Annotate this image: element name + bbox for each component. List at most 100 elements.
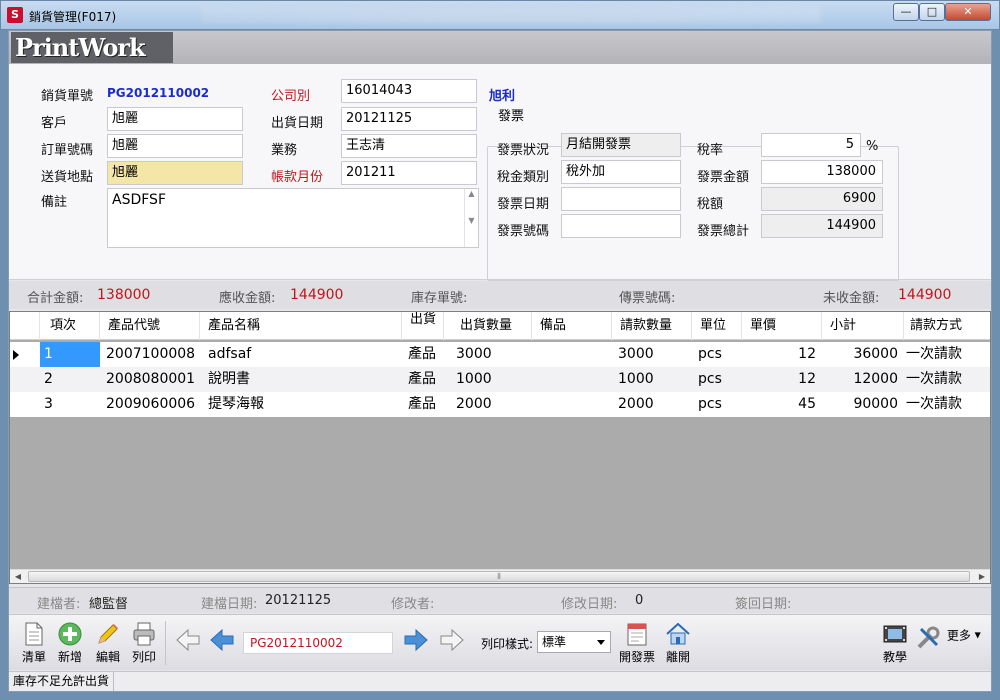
tax-type-field[interactable]: 稅外加 [561,160,681,184]
cell-unit[interactable]: pcs [694,392,742,417]
previous-record-button[interactable] [203,625,241,665]
cell-method[interactable]: 一次請款 [902,392,988,417]
column-header-type[interactable]: 出貨 [402,312,444,340]
cell-name[interactable]: 說明書 [204,367,402,392]
cell-bill-qty[interactable]: 2000 [614,392,692,417]
tutorial-button[interactable]: 教學 [875,619,915,669]
detail-grid[interactable]: 項次 產品代號 產品名稱 出貨 出貨數量 備品 請款數量 單位 單價 小計 請款… [9,311,991,584]
exit-button[interactable]: 離開 [659,619,697,669]
tax-rate-field[interactable]: 5 [761,133,861,157]
last-record-button[interactable] [433,625,471,665]
cell-code[interactable]: 2008080001 [102,367,200,392]
cell-type[interactable]: 產品 [404,367,444,392]
scroll-left-icon[interactable]: ◀ [10,570,26,584]
invoice-number-field[interactable] [561,214,681,238]
print-button[interactable]: 列印 [125,619,163,669]
cell-method[interactable]: 一次請款 [902,367,988,392]
cell-code[interactable]: 2009060006 [102,392,200,417]
invoice-status-field[interactable]: 月結開發票 [561,133,681,157]
cell-subtotal[interactable]: 90000 [822,392,904,417]
window-titlebar[interactable]: S 銷貨管理(F017) — □ ✕ [0,0,1000,30]
cell-qty[interactable]: 1000 [452,367,532,392]
chevron-down-icon [597,640,605,645]
cell-spare[interactable] [534,392,612,417]
column-header-spare[interactable]: 備品 [532,312,612,340]
returned-label: 簽回日期: [735,597,792,612]
table-row[interactable]: 3 2009060006 提琴海報 產品 2000 2000 pcs 45 90… [10,392,990,417]
invoice-date-field[interactable] [561,187,681,211]
current-record-field[interactable]: PG2012110002 [243,632,393,654]
ship-to-field[interactable]: 旭麗 [107,161,243,185]
close-button[interactable]: ✕ [945,3,991,21]
cell-subtotal[interactable]: 12000 [822,367,904,392]
grid-horizontal-scrollbar[interactable]: ◀ ⦀ ▶ [10,569,990,583]
memo-scrollbar[interactable]: ▲ ▼ [464,189,478,247]
cell-price[interactable]: 12 [742,342,822,367]
cell-name[interactable]: adfsaf [204,342,402,367]
cell-code[interactable]: 2007100008 [102,342,200,367]
ship-date-field[interactable]: 20121125 [341,107,477,131]
cell-no[interactable]: 1 [40,342,100,367]
cell-type[interactable]: 產品 [404,392,444,417]
edit-button[interactable]: 編輯 [89,619,127,669]
sales-label: 業務 [271,143,298,158]
table-row[interactable]: 1 2007100008 adfsaf 產品 3000 3000 pcs 12 … [10,342,990,367]
column-header-qty[interactable]: 出貨數量 [444,312,532,340]
cell-qty[interactable]: 2000 [452,392,532,417]
window-title: 銷貨管理(F017) [29,10,117,24]
cell-subtotal[interactable]: 36000 [822,342,904,367]
column-header-bill-qty[interactable]: 請款數量 [612,312,692,340]
outstanding-value: 144900 [898,287,952,303]
print-style-select[interactable]: 標準 [537,631,611,653]
total-value: 138000 [97,287,151,303]
column-header-subtotal[interactable]: 小計 [822,312,904,340]
scroll-right-icon[interactable]: ▶ [974,570,990,584]
po-field[interactable]: 旭麗 [107,134,243,158]
maximize-button[interactable]: □ [919,3,945,21]
cell-method[interactable]: 一次請款 [902,342,988,367]
next-record-button[interactable] [397,625,435,665]
company-name: 旭利 [489,89,516,104]
cell-unit[interactable]: pcs [694,342,742,367]
brand-bar: PrintWork [9,31,991,64]
scrollbar-thumb[interactable]: ⦀ [28,571,970,582]
invoice-total-field[interactable]: 144900 [761,214,883,238]
list-button[interactable]: 清單 [15,619,53,669]
tax-field[interactable]: 6900 [761,187,883,211]
table-row[interactable]: 2 2008080001 說明書 產品 1000 1000 pcs 12 120… [10,367,990,392]
invoice-amount-field[interactable]: 138000 [761,160,883,184]
tax-rate-unit: % [866,139,879,154]
cell-spare[interactable] [534,342,612,367]
column-header-code[interactable]: 產品代號 [100,312,200,340]
cell-spare[interactable] [534,367,612,392]
memo-field[interactable]: ASDFSF ▲ ▼ [107,188,479,248]
cell-no[interactable]: 3 [40,392,100,417]
status-bar: 庫存不足允許出貨 [9,671,991,691]
cell-price[interactable]: 45 [742,392,822,417]
cell-name[interactable]: 提琴海報 [204,392,402,417]
column-header-method[interactable]: 請款方式 [904,312,990,340]
column-header-price[interactable]: 單價 [742,312,822,340]
minimize-button[interactable]: — [893,3,919,21]
cell-price[interactable]: 12 [742,367,822,392]
column-header-no[interactable]: 項次 [40,312,100,340]
cell-bill-qty[interactable]: 1000 [614,367,692,392]
more-button[interactable]: 更多 ▼ [915,619,985,669]
cell-bill-qty[interactable]: 3000 [614,342,692,367]
cell-type[interactable]: 產品 [404,342,444,367]
column-header-unit[interactable]: 單位 [692,312,742,340]
add-button[interactable]: 新增 [51,619,89,669]
first-record-button[interactable] [169,625,207,665]
cell-unit[interactable]: pcs [694,367,742,392]
invoice-status-label: 發票狀況 [497,143,550,158]
cell-no[interactable]: 2 [40,367,100,392]
issue-invoice-button[interactable]: 開發票 [615,619,659,669]
invoice-amount-label: 發票金額 [697,170,750,185]
modifier-label: 修改者: [391,597,435,612]
cell-qty[interactable]: 3000 [452,342,532,367]
column-header-name[interactable]: 產品名稱 [200,312,402,340]
customer-field[interactable]: 旭麗 [107,107,243,131]
company-code-field[interactable]: 16014043 [341,79,477,103]
sales-field[interactable]: 王志清 [341,134,477,158]
account-month-field[interactable]: 201211 [341,161,477,185]
